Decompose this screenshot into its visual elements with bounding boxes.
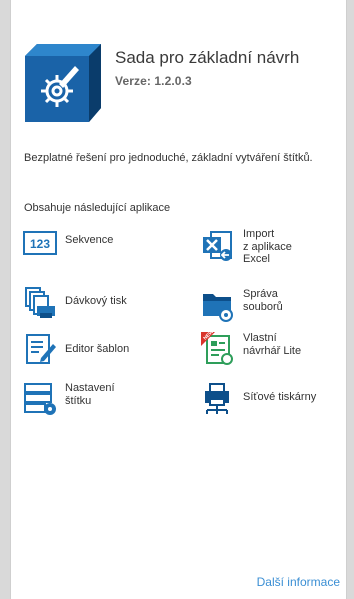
- app-custom-designer-lite[interactable]: NEW Vlastní návrhář Lite: [201, 332, 301, 366]
- custom-designer-icon: NEW: [201, 332, 233, 365]
- kit-description: Bezplatné řešení pro jednoduché, základn…: [24, 152, 313, 164]
- app-sequence[interactable]: 123 Sekvence: [23, 226, 113, 260]
- app-label-settings[interactable]: Nastavení štítku: [23, 382, 115, 416]
- label-settings-icon: [24, 383, 56, 415]
- app-label: Sekvence: [65, 234, 114, 246]
- batch-print-icon: [25, 287, 55, 318]
- sequence-123-icon: 123: [23, 231, 57, 255]
- app-network-printers[interactable]: Síťové tiskárny: [201, 382, 316, 416]
- app-label: Správa souborů: [243, 288, 283, 313]
- app-label: Editor šablon: [65, 343, 130, 355]
- app-excel-import[interactable]: Import z aplikace Excel: [201, 228, 292, 266]
- header: Sada pro základní návrh Verze: 1.2.0.3: [25, 44, 335, 122]
- app-template-editor[interactable]: Editor šablon: [23, 332, 129, 366]
- app-label: Síťové tiskárny: [243, 391, 317, 403]
- network-printers-icon: [205, 383, 229, 414]
- excel-import-icon: [203, 231, 232, 261]
- app-label: Nastavení štítku: [65, 382, 115, 407]
- app-info-panel: Sada pro základní návrh Verze: 1.2.0.3 B…: [10, 0, 347, 599]
- sequence-icon-text: 123: [30, 237, 50, 251]
- contains-heading: Obsahuje následující aplikace: [24, 202, 171, 214]
- more-info-link[interactable]: Další informace: [257, 575, 340, 589]
- design-kit-box-icon: [25, 44, 101, 122]
- template-editor-icon: [26, 334, 56, 364]
- kit-version: Verze: 1.2.0.3: [115, 74, 192, 88]
- app-batch-print[interactable]: Dávkový tisk: [23, 286, 127, 320]
- kit-title: Sada pro základní návrh: [115, 48, 300, 67]
- app-file-management[interactable]: Správa souborů: [201, 288, 283, 322]
- file-management-icon: [203, 294, 233, 322]
- app-label: Import z aplikace Excel: [243, 228, 292, 265]
- app-label: Dávkový tisk: [65, 295, 127, 307]
- app-label: Vlastní návrhář Lite: [243, 332, 302, 357]
